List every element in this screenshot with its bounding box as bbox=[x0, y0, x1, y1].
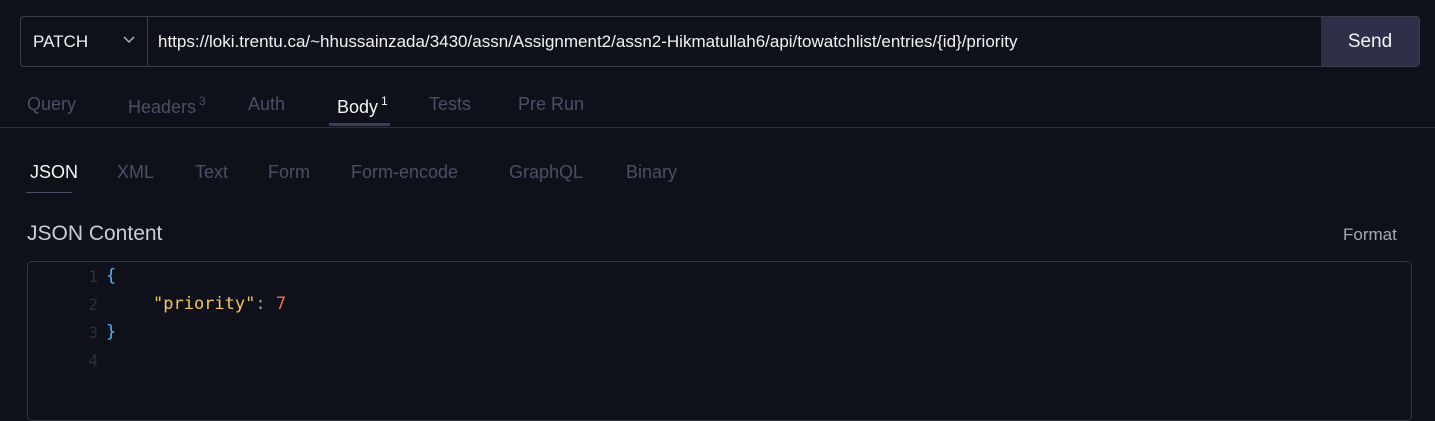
tab-body[interactable]: Body 1 bbox=[337, 94, 388, 118]
tab-query[interactable]: Query bbox=[27, 94, 76, 115]
tab-headers[interactable]: Headers 3 bbox=[128, 94, 206, 118]
body-type-json[interactable]: JSON bbox=[30, 162, 78, 183]
tab-pre-run[interactable]: Pre Run bbox=[518, 94, 584, 115]
body-type-binary[interactable]: Binary bbox=[626, 162, 677, 183]
json-editor[interactable]: 1 2 3 4 { "priority": 7 } bbox=[27, 261, 1412, 421]
body-type-text[interactable]: Text bbox=[195, 162, 228, 183]
tab-badge: 3 bbox=[199, 94, 206, 108]
body-type-graphql[interactable]: GraphQL bbox=[509, 162, 583, 183]
tab-tests[interactable]: Tests bbox=[429, 94, 471, 115]
tab-label: Pre Run bbox=[518, 94, 585, 114]
chevron-down-icon bbox=[123, 36, 135, 43]
body-type-form[interactable]: Form bbox=[268, 162, 310, 183]
json-key: "priority" bbox=[153, 294, 256, 314]
tab-label: Headers bbox=[128, 97, 197, 117]
json-content-label: JSON Content bbox=[27, 222, 163, 245]
body-type-xml[interactable]: XML bbox=[117, 162, 154, 183]
tab-auth[interactable]: Auth bbox=[248, 94, 285, 115]
code-line: "priority": 7 bbox=[153, 294, 286, 314]
tab-label: Tests bbox=[429, 94, 472, 114]
format-button[interactable]: Format bbox=[1343, 225, 1397, 245]
body-type-form-encode[interactable]: Form-encode bbox=[351, 162, 458, 183]
tab-label: Query bbox=[27, 94, 77, 114]
json-colon: : bbox=[255, 294, 266, 314]
active-body-type-indicator bbox=[26, 192, 72, 193]
line-number: 1 bbox=[88, 267, 98, 286]
tab-label: Body bbox=[337, 97, 379, 117]
url-bar: PATCH Send bbox=[20, 16, 1420, 67]
tab-badge: 1 bbox=[381, 94, 388, 108]
line-number: 4 bbox=[88, 351, 98, 370]
close-brace: } bbox=[106, 322, 117, 342]
method-value: PATCH bbox=[33, 31, 89, 51]
line-number: 3 bbox=[88, 323, 98, 342]
open-brace: { bbox=[106, 266, 117, 286]
json-value: 7 bbox=[275, 294, 287, 314]
url-input[interactable] bbox=[148, 17, 1321, 66]
active-tab-indicator bbox=[329, 123, 390, 126]
tab-label: Auth bbox=[248, 94, 286, 114]
line-number: 2 bbox=[88, 295, 98, 314]
send-button[interactable]: Send bbox=[1321, 17, 1419, 66]
method-select[interactable]: PATCH bbox=[21, 17, 148, 66]
divider bbox=[0, 127, 1435, 128]
